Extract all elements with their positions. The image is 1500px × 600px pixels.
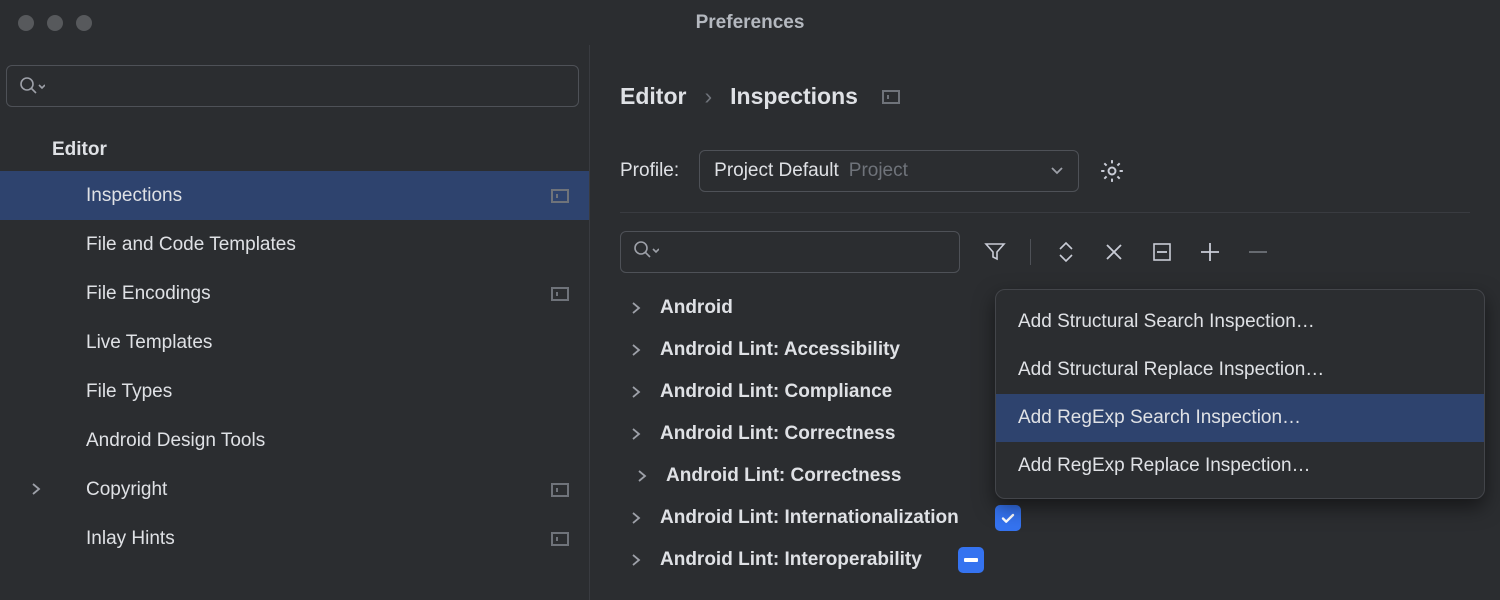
expand-collapse-icon[interactable] [1053,239,1079,265]
minimize-window-button[interactable] [47,15,63,31]
sidebar-item-label: Copyright [86,479,551,501]
breadcrumb-leaf: Inspections [730,83,858,110]
popup-item-label: Add RegExp Replace Inspection… [1018,455,1311,477]
preferences-search-input[interactable] [6,65,579,107]
checkbox-checked[interactable] [995,505,1021,531]
sidebar-item-label: Inspections [86,185,551,207]
popup-item-label: Add Structural Search Inspection… [1018,311,1315,333]
traffic-lights [0,15,92,31]
inspections-toolbar [620,231,1500,273]
filter-icon[interactable] [982,239,1008,265]
gear-icon[interactable] [1099,158,1125,184]
popup-add-structural-search[interactable]: Add Structural Search Inspection… [996,298,1484,346]
project-settings-icon [882,90,900,104]
remove-icon[interactable] [1245,239,1271,265]
project-settings-icon [551,189,569,203]
sidebar-item-inspections[interactable]: Inspections [0,171,589,220]
sidebar-item-file-code-templates[interactable]: File and Code Templates [0,220,589,269]
profile-select[interactable]: Project Default Project [699,150,1079,192]
popup-item-label: Add RegExp Search Inspection… [1018,407,1301,429]
chevron-right-icon [630,428,660,440]
sidebar-item-label: File and Code Templates [86,234,569,256]
tree-item-label: Android Lint: Accessibility [660,339,900,361]
disable-icon[interactable] [1149,239,1175,265]
sidebar: Editor Inspections File and Code Templat… [0,45,590,600]
profile-label: Profile: [620,160,679,182]
tree-item-label: Android Lint: Interoperability [660,549,922,571]
sidebar-item-label: File Encodings [86,283,551,305]
chevron-right-icon: › [704,83,712,110]
profile-value: Project Default [714,160,839,182]
close-window-button[interactable] [18,15,34,31]
chevron-right-icon [30,479,42,501]
chevron-down-icon [1050,160,1064,182]
chevron-right-icon [630,344,660,356]
search-icon [633,240,659,265]
add-icon[interactable] [1197,239,1223,265]
sidebar-item-live-templates[interactable]: Live Templates [0,318,589,367]
sidebar-group-editor[interactable]: Editor [0,129,589,171]
project-settings-icon [551,483,569,497]
search-icon [19,76,45,96]
close-icon[interactable] [1101,239,1127,265]
tree-item-label: Android [660,297,733,319]
breadcrumb-root[interactable]: Editor [620,83,686,110]
tree-item-label: Android Lint: Correctness [666,465,901,487]
chevron-right-icon [630,302,660,314]
profile-scope: Project [849,160,1050,182]
sidebar-item-label: Inlay Hints [86,528,551,550]
window-title: Preferences [696,12,805,34]
profile-row: Profile: Project Default Project [620,150,1470,213]
sidebar-item-label: Live Templates [86,332,569,354]
popup-add-structural-replace[interactable]: Add Structural Replace Inspection… [996,346,1484,394]
maximize-window-button[interactable] [76,15,92,31]
tree-item-label: Android Lint: Compliance [660,381,892,403]
chevron-right-icon [636,470,666,482]
inspections-search-input[interactable] [620,231,960,273]
tree-item-android-lint-interoperability[interactable]: Android Lint: Interoperability [620,539,1500,581]
chevron-right-icon [630,386,660,398]
toolbar-separator [1030,239,1031,265]
sidebar-item-label: Android Design Tools [86,430,569,452]
popup-item-label: Add Structural Replace Inspection… [1018,359,1324,381]
popup-add-regexp-search[interactable]: Add RegExp Search Inspection… [996,394,1484,442]
tree-item-label: Android Lint: Correctness [660,423,895,445]
breadcrumb: Editor › Inspections [620,83,1500,110]
sidebar-item-android-design-tools[interactable]: Android Design Tools [0,416,589,465]
titlebar: Preferences [0,0,1500,45]
add-inspection-popup: Add Structural Search Inspection… Add St… [995,289,1485,499]
sidebar-item-inlay-hints[interactable]: Inlay Hints [0,514,589,563]
tree-item-label: Android Lint: Internationalization [660,507,959,529]
sidebar-item-file-encodings[interactable]: File Encodings [0,269,589,318]
chevron-right-icon [630,512,660,524]
project-settings-icon [551,532,569,546]
sidebar-item-copyright[interactable]: Copyright [0,465,589,514]
checkbox-mixed[interactable] [958,547,984,573]
popup-add-regexp-replace[interactable]: Add RegExp Replace Inspection… [996,442,1484,490]
sidebar-item-label: File Types [86,381,569,403]
tree-item-android-lint-internationalization[interactable]: Android Lint: Internationalization [620,497,1500,539]
chevron-right-icon [630,554,660,566]
sidebar-item-file-types[interactable]: File Types [0,367,589,416]
project-settings-icon [551,287,569,301]
